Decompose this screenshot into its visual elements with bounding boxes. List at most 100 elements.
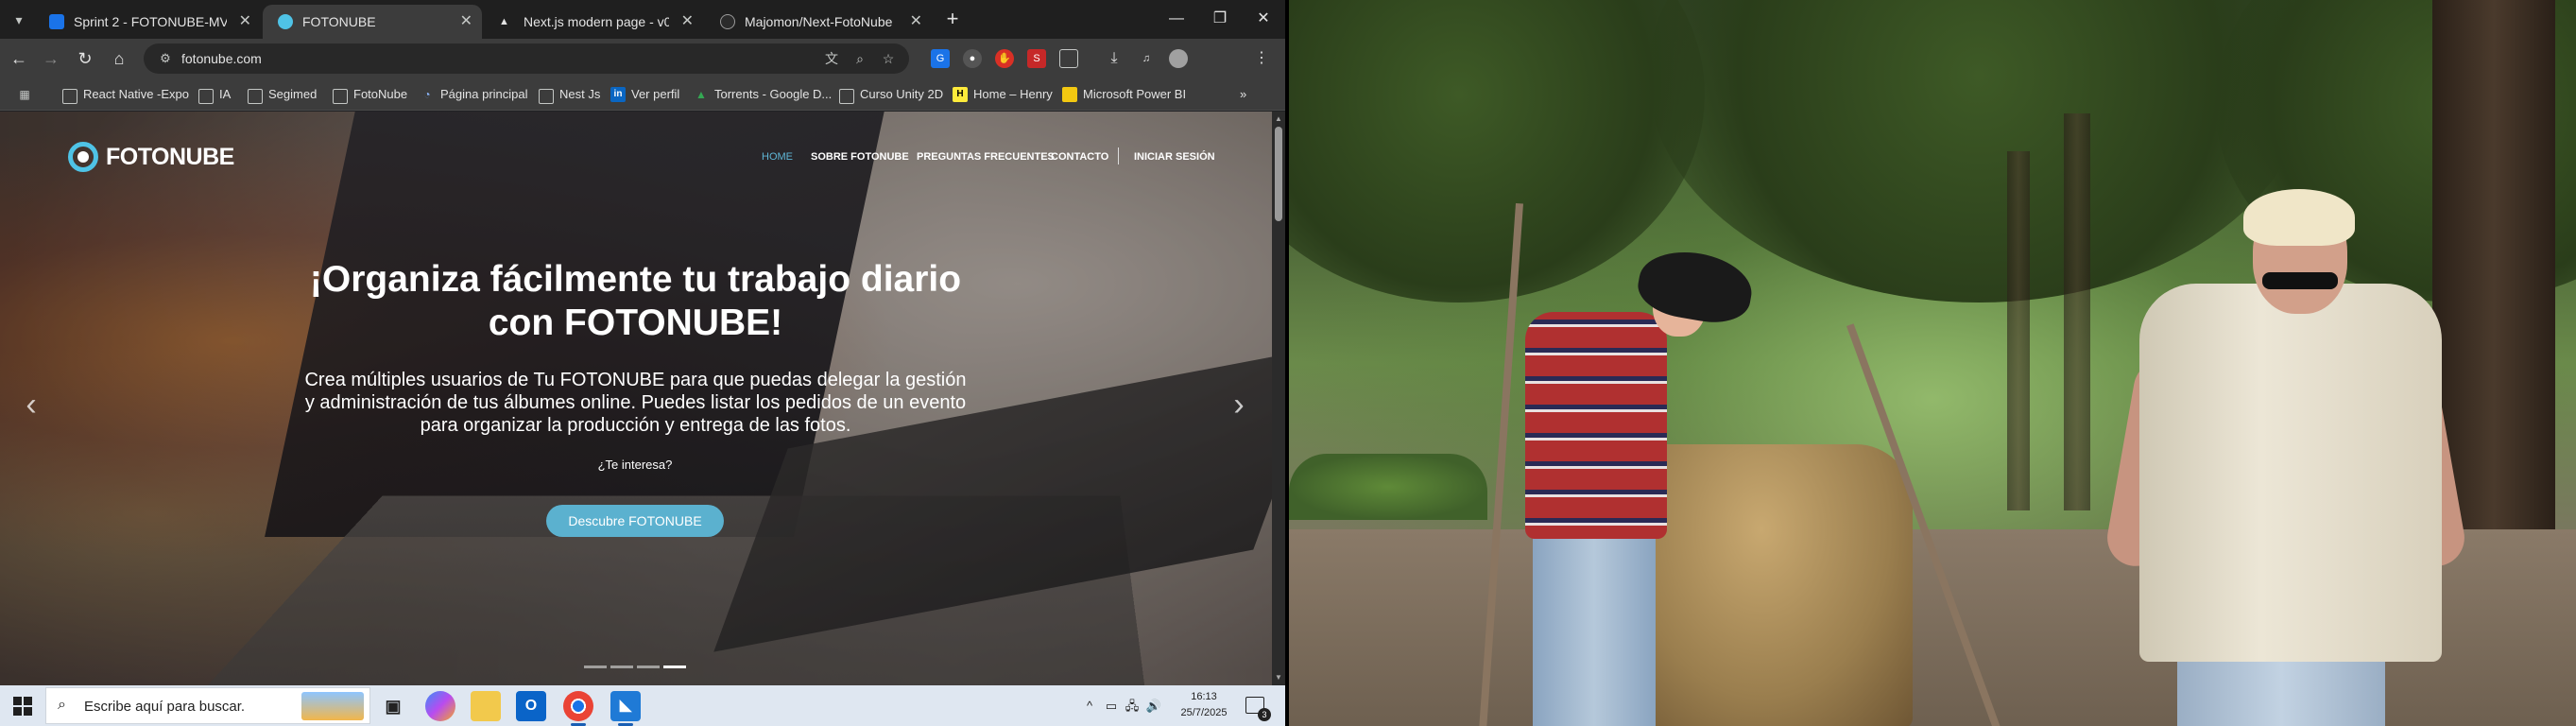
- forward-button[interactable]: →: [38, 45, 64, 72]
- apps-grid-icon[interactable]: ▦: [17, 78, 32, 111]
- bookmark-segimed[interactable]: Segimed: [248, 78, 317, 111]
- folder-icon: [539, 89, 554, 104]
- vscode-icon[interactable]: ◣: [610, 691, 641, 726]
- nav-home[interactable]: HOME: [762, 140, 793, 174]
- folder-icon: [62, 89, 77, 104]
- translate-icon[interactable]: 文: [822, 49, 841, 68]
- extensions-puzzle-icon[interactable]: [1059, 49, 1078, 68]
- close-tab-icon[interactable]: ✕: [460, 5, 472, 39]
- page-scrollbar[interactable]: ▲ ▼: [1272, 112, 1285, 685]
- carousel-next-icon[interactable]: ›: [1225, 386, 1253, 424]
- tab-fotonube[interactable]: FOTONUBE ✕: [263, 5, 482, 39]
- scroll-down-icon[interactable]: ▼: [1274, 673, 1283, 683]
- nav-divider: [1118, 147, 1119, 164]
- linkedin-icon: in: [610, 87, 626, 102]
- nav-sobre-fotonube[interactable]: SOBRE FOTONUBE: [811, 140, 909, 174]
- carousel-prev-icon[interactable]: ‹: [17, 386, 45, 424]
- clock-time: 16:13: [1191, 691, 1217, 702]
- new-tab-button[interactable]: +: [939, 8, 966, 32]
- bookmark-label: React Native -Expo: [83, 87, 189, 101]
- bookmark-ia[interactable]: IA: [198, 78, 231, 111]
- bookmark-torrents[interactable]: ▲ Torrents - Google D...: [694, 78, 832, 111]
- home-button[interactable]: ⌂: [106, 45, 132, 72]
- nav-preguntas-frecuentes[interactable]: PREGUNTAS FRECUENTES: [917, 140, 1055, 174]
- github-favicon-icon: [720, 14, 735, 29]
- tray-device-icon[interactable]: ▭: [1104, 697, 1119, 716]
- taskbar-search-box[interactable]: ⌕ Escribe aquí para buscar.: [45, 687, 370, 724]
- scroll-up-icon[interactable]: ▲: [1274, 114, 1283, 124]
- address-bar[interactable]: ⚙ fotonube.com 文 ⌕ ☆: [144, 43, 909, 74]
- extension-record-icon[interactable]: ●: [963, 49, 982, 68]
- extension-s-icon[interactable]: S: [1027, 49, 1046, 68]
- task-view-icon[interactable]: ▣: [378, 691, 408, 721]
- nav-contacto[interactable]: CONTACTO: [1051, 140, 1108, 174]
- download-icon[interactable]: ⤓: [1105, 49, 1124, 68]
- tab-github[interactable]: Majomon/Next-FotoNube ✕: [705, 5, 932, 39]
- windows-start-icon[interactable]: [13, 697, 32, 716]
- bookmark-star-icon[interactable]: ☆: [879, 49, 898, 68]
- zoom-icon[interactable]: ⌕: [850, 49, 869, 68]
- close-tab-icon[interactable]: ✕: [239, 5, 251, 39]
- bookmark-nest-js[interactable]: Nest Js: [539, 78, 600, 111]
- person-left-plaid-shirt: [1525, 312, 1667, 539]
- bookmark-label: Ver perfil: [631, 87, 680, 101]
- hero-description: Crea múltiples usuarios de Tu FOTONUBE p…: [304, 370, 967, 436]
- bookmark-home-henry[interactable]: H Home – Henry: [953, 78, 1053, 111]
- tab-title: Sprint 2 - FOTONUBE-MVP - Ta: [74, 14, 227, 29]
- hedge: [1289, 454, 1487, 520]
- bookmark-curso-unity[interactable]: Curso Unity 2D: [839, 78, 943, 111]
- carousel-indicator-4[interactable]: [663, 666, 686, 668]
- close-window-button[interactable]: ✕: [1242, 4, 1285, 34]
- hero-title: ¡Organiza fácilmente tu trabajo diario c…: [309, 259, 962, 343]
- reload-button[interactable]: ↻: [72, 45, 98, 72]
- network-icon[interactable]: 🖧: [1125, 697, 1140, 716]
- folder-icon: [333, 89, 348, 104]
- bookmark-react-native-expo[interactable]: React Native -Expo: [62, 78, 189, 111]
- google-drive-icon: ▲: [696, 88, 707, 101]
- bookmark-favicon-icon: ◔: [423, 88, 431, 101]
- carousel-indicator-3[interactable]: [637, 666, 660, 668]
- bookmark-ver-perfil[interactable]: in Ver perfil: [610, 78, 679, 111]
- bookmark-label: Segimed: [268, 87, 318, 101]
- more-bookmarks-icon[interactable]: »: [1240, 78, 1246, 111]
- volume-icon[interactable]: 🔊: [1145, 697, 1162, 716]
- video-frame: [1289, 0, 2576, 726]
- search-highlight-image: [301, 692, 364, 720]
- tree-foliage: [1289, 0, 1705, 302]
- minimize-button[interactable]: —: [1155, 4, 1198, 34]
- profile-avatar[interactable]: [1169, 49, 1188, 68]
- browser-menu-icon[interactable]: ⋮: [1252, 49, 1271, 68]
- media-control-icon[interactable]: ♫: [1137, 49, 1156, 68]
- bookmark-fotonube[interactable]: FotoNube: [333, 78, 407, 111]
- carousel-indicator-1[interactable]: [584, 666, 607, 668]
- windows-taskbar: ⌕ Escribe aquí para buscar. ▣ O ◣ ^ ▭ 🖧 …: [0, 685, 1285, 726]
- tab-sprint2[interactable]: Sprint 2 - FOTONUBE-MVP - Ta ✕: [34, 5, 261, 39]
- outlook-icon[interactable]: O: [516, 691, 546, 721]
- close-tab-icon[interactable]: ✕: [681, 5, 694, 39]
- chrome-icon[interactable]: [563, 691, 593, 726]
- tray-overflow-icon[interactable]: ^: [1083, 697, 1096, 716]
- file-explorer-icon[interactable]: [471, 691, 501, 721]
- tree-foliage: [1648, 0, 2310, 302]
- search-placeholder: Escribe aquí para buscar.: [84, 699, 246, 715]
- extension-adblock-icon[interactable]: ✋: [995, 49, 1014, 68]
- scroll-thumb[interactable]: [1275, 127, 1282, 221]
- site-info-icon[interactable]: ⚙: [157, 50, 174, 67]
- carousel-indicator-2[interactable]: [610, 666, 633, 668]
- bookmark-power-bi[interactable]: Microsoft Power BI: [1062, 78, 1186, 111]
- tree-trunk: [2007, 151, 2030, 510]
- discover-fotonube-button[interactable]: Descubre FOTONUBE: [546, 505, 724, 537]
- restore-button[interactable]: ❐: [1198, 4, 1242, 34]
- search-icon: ⌕: [58, 697, 66, 713]
- clock-date: 25/7/2025: [1180, 707, 1228, 718]
- copilot-icon[interactable]: [425, 691, 455, 721]
- taskbar-clock[interactable]: 16:13 25/7/2025: [1174, 689, 1234, 721]
- hero-question: ¿Te interesa?: [597, 458, 673, 472]
- tab-v0[interactable]: ▲ Next.js modern page - v0 by Ve ✕: [484, 5, 703, 39]
- extension-translate-icon[interactable]: G: [931, 49, 950, 68]
- nav-iniciar-sesion[interactable]: INICIAR SESIÓN: [1134, 140, 1215, 174]
- back-button[interactable]: ←: [6, 45, 32, 72]
- tab-search-button[interactable]: ▾: [6, 9, 32, 31]
- bookmark-pagina-principal[interactable]: ◔ Página principal: [420, 78, 527, 111]
- close-tab-icon[interactable]: ✕: [910, 5, 922, 39]
